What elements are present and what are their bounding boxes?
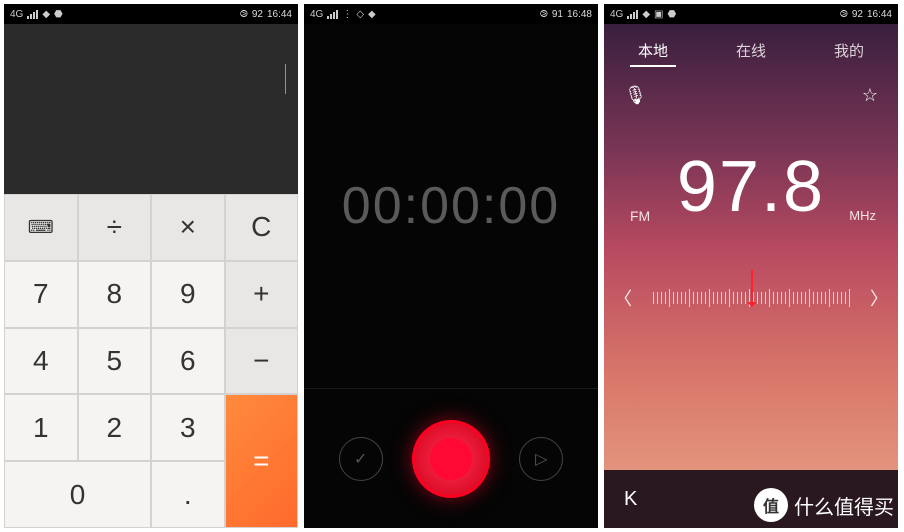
watermark-text: 什么值得买: [794, 491, 894, 520]
clear-button[interactable]: C: [225, 194, 299, 261]
done-button[interactable]: ✓: [339, 437, 383, 481]
signal-icon: [27, 10, 38, 19]
battery-level: 92: [252, 9, 263, 20]
frequency-display: FM 97.8 MHz: [604, 146, 898, 228]
digit-7-button[interactable]: 7: [4, 261, 78, 328]
signal-icon: [627, 10, 638, 19]
digit-4-button[interactable]: 4: [4, 328, 78, 395]
radio-tabs: 本地 在线 我的: [604, 24, 898, 75]
notif-icon: ▣: [654, 9, 663, 20]
clock: 16:44: [867, 9, 892, 20]
status-bar: 4G ◆ ▣ ⬣ ⧁ 92 16:44: [604, 4, 898, 24]
tune-left-icon[interactable]: 〈: [614, 285, 632, 311]
plus-button[interactable]: +: [225, 261, 299, 328]
notif-icon: ◆: [368, 9, 376, 20]
digit-1-button[interactable]: 1: [4, 394, 78, 461]
tuning-dial[interactable]: 〈 〉: [604, 268, 898, 328]
band-label: FM: [630, 208, 650, 224]
play-icon: ▷: [535, 449, 547, 469]
calculator-screen: 4G ◆ ⬣ ⧁ 92 16:44 ⌨ ÷ × C 7 8 9: [4, 4, 298, 528]
calc-keypad: ⌨ ÷ × C 7 8 9 + 4 5 6 − 1 2 3 = 0 .: [4, 194, 298, 528]
notif-icon: ⋮: [342, 9, 352, 20]
wifi-icon: ⧁: [540, 9, 548, 20]
digit-2-button[interactable]: 2: [78, 394, 152, 461]
status-bar: 4G ⋮ ◇ ◆ ⧁ 91 16:48: [304, 4, 598, 24]
notif-icon: ⬣: [54, 9, 63, 20]
signal-icon: [327, 10, 338, 19]
digit-3-button[interactable]: 3: [151, 394, 225, 461]
play-button[interactable]: ▷: [519, 437, 563, 481]
check-icon: ✓: [354, 449, 367, 469]
cursor: [285, 64, 286, 94]
network-label: 4G: [10, 9, 23, 20]
calc-display: [4, 24, 298, 194]
divide-button[interactable]: ÷: [78, 194, 152, 261]
watermark-badge-icon: 值: [754, 488, 788, 522]
digit-6-button[interactable]: 6: [151, 328, 225, 395]
notif-icon: ◆: [642, 9, 650, 20]
back-button[interactable]: K: [624, 488, 639, 511]
battery-level: 91: [552, 9, 563, 20]
digit-0-button[interactable]: 0: [4, 461, 151, 528]
radio-screen: 4G ◆ ▣ ⬣ ⧁ 92 16:44 本地 在线 我的 🎙 ☆: [604, 4, 898, 528]
multiply-button[interactable]: ×: [151, 194, 225, 261]
notif-icon: ◆: [42, 9, 50, 20]
digit-9-button[interactable]: 9: [151, 261, 225, 328]
record-button[interactable]: [412, 420, 490, 498]
recorder-timer: 00:00:00: [304, 24, 598, 388]
mic-icon[interactable]: 🎙: [624, 85, 647, 106]
recorder-screen: 4G ⋮ ◇ ◆ ⧁ 91 16:48 00:00:00 ✓ ▷: [304, 4, 598, 528]
digit-5-button[interactable]: 5: [78, 328, 152, 395]
recorder-controls: ✓ ▷: [304, 388, 598, 528]
tab-online[interactable]: 在线: [728, 36, 774, 67]
clock: 16:48: [567, 9, 592, 20]
frequency-value: 97.8: [677, 147, 825, 227]
watermark: 值 什么值得买: [754, 488, 894, 522]
status-bar: 4G ◆ ⬣ ⧁ 92 16:44: [4, 4, 298, 24]
record-dot-icon: [430, 438, 472, 480]
battery-level: 92: [852, 9, 863, 20]
network-label: 4G: [310, 9, 323, 20]
decimal-button[interactable]: .: [151, 461, 225, 528]
minus-button[interactable]: −: [225, 328, 299, 395]
dial-needle-icon: [751, 270, 753, 306]
clock: 16:44: [267, 9, 292, 20]
favorite-star-icon[interactable]: ☆: [862, 85, 878, 106]
equals-button[interactable]: =: [225, 394, 299, 528]
network-label: 4G: [610, 9, 623, 20]
digit-8-button[interactable]: 8: [78, 261, 152, 328]
tab-local[interactable]: 本地: [630, 36, 676, 67]
wifi-icon: ⧁: [240, 9, 248, 20]
tab-mine[interactable]: 我的: [826, 36, 872, 67]
unit-label: MHz: [849, 208, 876, 223]
wifi-icon: ⧁: [840, 9, 848, 20]
calendar-toggle-button[interactable]: ⌨: [4, 194, 78, 261]
notif-icon: ◇: [356, 9, 364, 20]
notif-icon: ⬣: [668, 9, 677, 20]
tune-right-icon[interactable]: 〉: [870, 285, 888, 311]
